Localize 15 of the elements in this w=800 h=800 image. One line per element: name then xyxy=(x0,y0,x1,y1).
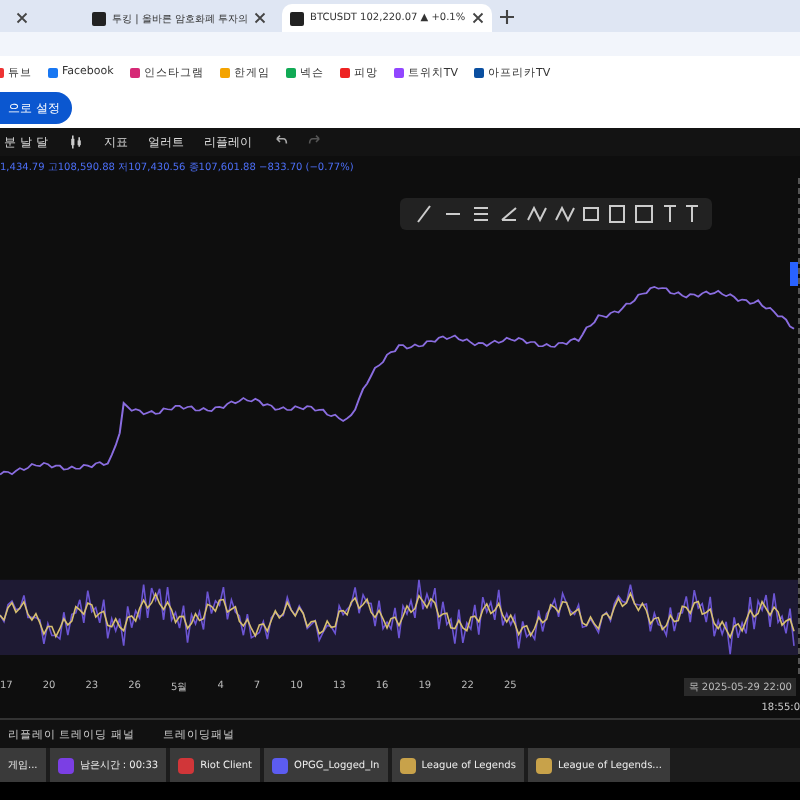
redo-icon[interactable] xyxy=(307,134,324,150)
close-icon[interactable] xyxy=(16,12,28,24)
undo-icon[interactable] xyxy=(271,134,288,150)
favicon-icon xyxy=(290,11,305,25)
app-icon xyxy=(399,757,416,773)
app-icon xyxy=(57,757,74,773)
app-icon xyxy=(535,757,552,773)
close-icon[interactable] xyxy=(471,12,484,24)
app-icon xyxy=(272,757,289,773)
candles-icon[interactable] xyxy=(67,134,84,150)
close-icon[interactable] xyxy=(254,12,267,24)
favicon-icon xyxy=(92,11,106,25)
price-marker xyxy=(790,262,798,286)
app-icon xyxy=(178,757,195,773)
new-tab-icon[interactable] xyxy=(499,10,514,24)
